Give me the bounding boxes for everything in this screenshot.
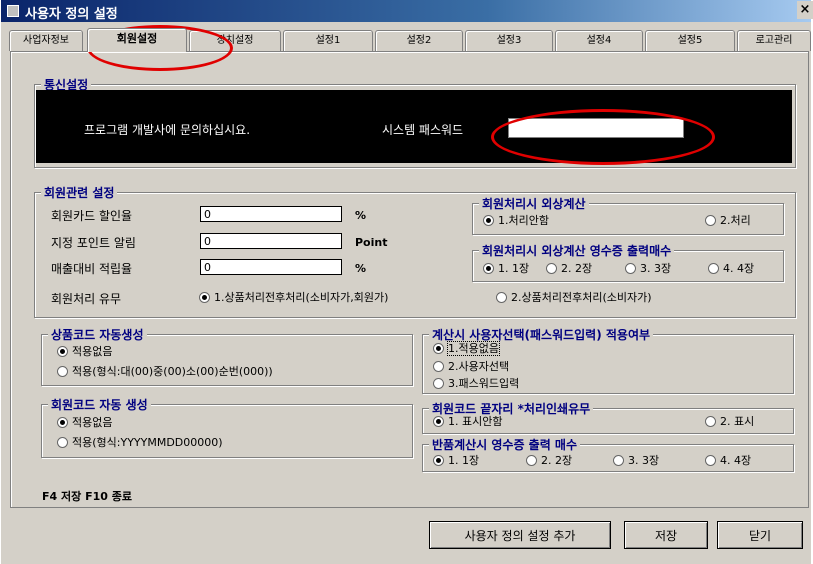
product-code-option-2[interactable]: 적용(형식:대(00)중(00)소(00)순번(000)) — [57, 365, 273, 379]
radio-icon — [625, 262, 636, 274]
dialog-window: 사용자 정의 설정 × 사업자정보 회원설정 장치설정 설정1 설정2 설정3 … — [1, 0, 813, 564]
credit-calc-option-2[interactable]: 2.처리 — [705, 214, 751, 228]
credit-calc-option-1[interactable]: 1.처리안함 — [483, 214, 549, 228]
window-icon — [7, 5, 19, 17]
add-user-setting-button[interactable]: 사용자 정의 설정 추가 — [429, 521, 611, 549]
tab-device-settings[interactable]: 장치설정 — [189, 30, 281, 51]
radio-icon — [546, 262, 557, 274]
calculator-user-option-3[interactable]: 3.패스워드입력 — [433, 377, 519, 391]
member-process-option-1[interactable]: 1.상품처리전후처리(소비자가,회원가) — [199, 291, 388, 305]
communication-message: 프로그램 개발사에 문의하십시요. — [84, 123, 251, 137]
communication-box: 프로그램 개발사에 문의하십시요. 시스템 패스워드 — [36, 90, 792, 163]
member-code-option-1[interactable]: 적용없음 — [57, 416, 112, 430]
system-password-input[interactable] — [508, 118, 684, 138]
product-code-title: 상품코드 자동생성 — [48, 326, 147, 343]
sales-accrual-unit: % — [355, 262, 367, 275]
tab-logo-management[interactable]: 로고관리 — [737, 30, 811, 51]
radio-icon — [57, 365, 68, 377]
radio-icon — [57, 416, 68, 428]
member-code-option-2[interactable]: 적용(형식:YYYYMMDD00000) — [57, 436, 223, 450]
close-button[interactable]: 닫기 — [717, 521, 803, 549]
tab-settings-5[interactable]: 설정5 — [645, 30, 735, 51]
branch-point-label: 지정 포인트 알림 — [51, 236, 136, 250]
radio-icon — [526, 454, 537, 466]
card-discount-label: 회원카드 할인율 — [51, 209, 133, 223]
credit-calc-title: 회원처리시 외상계산 — [479, 195, 589, 212]
tab-strip: 사업자정보 회원설정 장치설정 설정1 설정2 설정3 설정4 설정5 로고관리 — [1, 28, 811, 52]
card-discount-unit: % — [355, 209, 367, 222]
tab-settings-1[interactable]: 설정1 — [283, 30, 373, 51]
credit-receipt-option-2[interactable]: 2. 2장 — [546, 262, 592, 276]
tab-settings-3[interactable]: 설정3 — [465, 30, 553, 51]
radio-icon — [708, 262, 719, 274]
product-code-option-1[interactable]: 적용없음 — [57, 345, 112, 359]
tab-settings-4[interactable]: 설정4 — [555, 30, 643, 51]
sales-accrual-label: 매출대비 적립율 — [51, 262, 133, 276]
member-code-title: 회원코드 자동 생성 — [48, 396, 151, 413]
radio-icon — [433, 360, 444, 372]
branch-point-unit: Point — [355, 236, 388, 249]
return-receipt-option-3[interactable]: 3. 3장 — [613, 454, 659, 468]
return-receipt-option-1[interactable]: 1. 1장 — [433, 454, 479, 468]
credit-receipt-option-3[interactable]: 3. 3장 — [625, 262, 671, 276]
radio-icon — [57, 345, 68, 357]
radio-icon — [57, 436, 68, 448]
member-process-label: 회원처리 유무 — [51, 292, 122, 306]
card-discount-input[interactable]: 0 — [200, 206, 342, 222]
save-button[interactable]: 저장 — [624, 521, 708, 549]
hotkey-hint: F4 저장 F10 종료 — [42, 490, 132, 503]
member-code-tail-option-2[interactable]: 2. 표시 — [705, 415, 754, 429]
radio-icon — [496, 291, 507, 303]
radio-icon — [199, 291, 210, 303]
member-settings-title: 회원관련 설정 — [41, 184, 118, 201]
calculator-user-option-1[interactable]: 1.적용없음 — [433, 341, 500, 356]
tab-member-settings[interactable]: 회원설정 — [87, 28, 187, 52]
close-icon[interactable]: × — [797, 1, 813, 19]
title-bar: 사용자 정의 설정 × — [1, 0, 813, 22]
calculator-user-option-2[interactable]: 2.사용자선택 — [433, 360, 509, 374]
password-label: 시스템 패스워드 — [382, 123, 464, 137]
return-receipt-option-2[interactable]: 2. 2장 — [526, 454, 572, 468]
radio-icon — [705, 415, 716, 427]
member-process-option-2[interactable]: 2.상품처리전후처리(소비자가) — [496, 291, 652, 305]
radio-icon — [483, 262, 494, 274]
return-receipt-title: 반품계산시 영수증 출력 매수 — [429, 436, 581, 453]
radio-icon — [433, 454, 444, 466]
sales-accrual-input[interactable]: 0 — [200, 259, 342, 275]
radio-icon — [433, 377, 444, 389]
tab-business-info[interactable]: 사업자정보 — [9, 30, 83, 51]
return-receipt-option-4[interactable]: 4. 4장 — [705, 454, 751, 468]
radio-icon — [433, 342, 444, 354]
radio-icon — [705, 214, 716, 226]
radio-icon — [613, 454, 624, 466]
window-title: 사용자 정의 설정 — [25, 7, 118, 22]
credit-receipt-option-4[interactable]: 4. 4장 — [708, 262, 754, 276]
branch-point-input[interactable]: 0 — [200, 233, 342, 249]
member-code-tail-option-1[interactable]: 1. 표시안함 — [433, 415, 502, 429]
credit-receipt-title: 회원처리시 외상계산 영수증 출력매수 — [479, 242, 675, 259]
radio-icon — [705, 454, 716, 466]
radio-icon — [483, 214, 494, 226]
credit-receipt-option-1[interactable]: 1. 1장 — [483, 262, 529, 276]
calculator-user-title: 계산시 사용자선택(패스워드입력) 적용여부 — [429, 326, 654, 343]
radio-icon — [433, 415, 444, 427]
tab-settings-2[interactable]: 설정2 — [375, 30, 463, 51]
